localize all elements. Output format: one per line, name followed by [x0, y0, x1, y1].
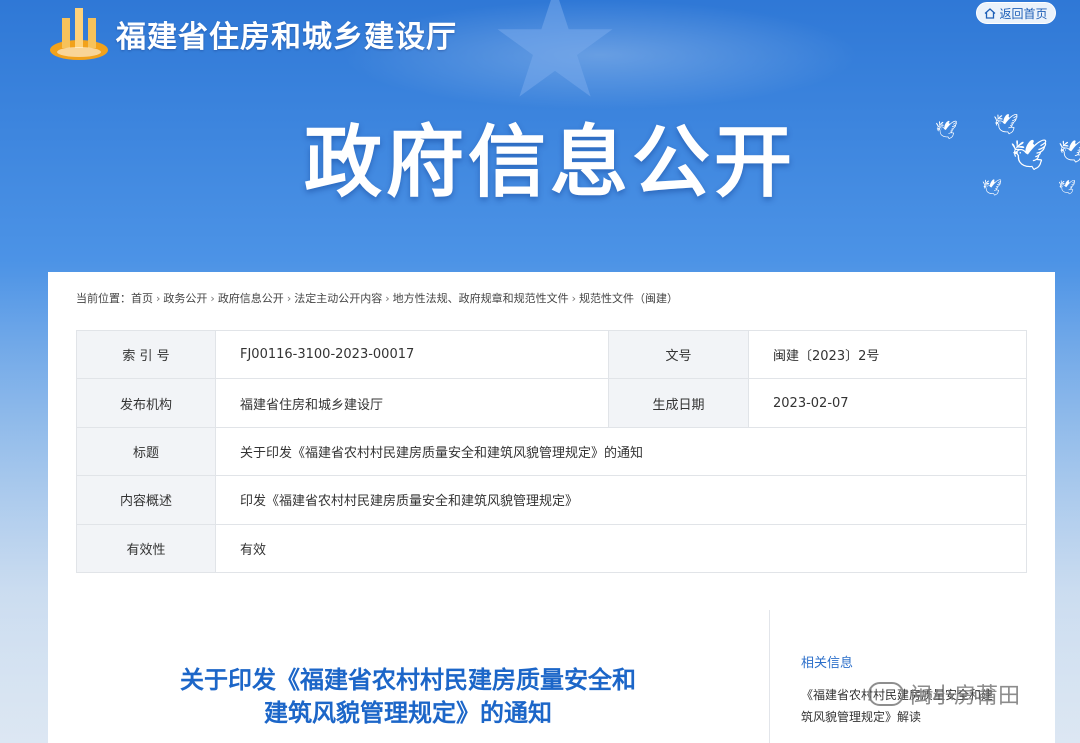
breadcrumb-separator: › — [385, 292, 390, 305]
index-number-label: 索 引 号 — [76, 329, 216, 380]
breadcrumb-item-normative-docs[interactable]: 规范性文件（闽建） — [579, 292, 678, 305]
table-row: 发布机构 福建省住房和城乡建设厅 生成日期 2023-02-07 — [76, 378, 1027, 428]
doc-number-value: 闽建〔2023〕2号 — [748, 329, 1027, 380]
back-home-label: 返回首页 — [999, 6, 1048, 21]
table-row: 内容概述 印发《福建省农村村民建房质量安全和建筑风貌管理规定》 — [76, 475, 1027, 525]
home-icon — [985, 7, 996, 19]
wechat-icon — [868, 682, 904, 706]
doc-number-label: 文号 — [608, 329, 749, 380]
content-panel: 当前位置：首页 › 政务公开 › 政府信息公开 › 法定主动公开内容 › 地方性法规、政府规章和… — [48, 272, 1055, 743]
breadcrumb-separator: › — [210, 292, 215, 305]
document-title-line1: 关于印发《福建省农村村民建房质量安全和 — [180, 666, 636, 694]
issuer-value: 福建省住房和城乡建设厅 — [215, 378, 609, 428]
table-row: 索 引 号 FJ00116-3100-2023-00017 文号 闽建〔2023… — [76, 329, 1027, 380]
hero-title: 政府信息公开 — [303, 118, 796, 208]
validity-label: 有效性 — [76, 523, 216, 573]
breadcrumb-item-home[interactable]: 首页 — [131, 292, 153, 305]
site-header: 福建省住房和城乡建设厅 返回首页 — [0, 0, 1080, 60]
document-info-table: 索 引 号 FJ00116-3100-2023-00017 文号 闽建〔2023… — [76, 329, 1027, 573]
breadcrumb-separator: › — [156, 292, 161, 305]
back-home-button[interactable]: 返回首页 — [976, 2, 1056, 24]
breadcrumb-item-regulations[interactable]: 地方性法规、政府规章和规范性文件 — [393, 292, 569, 305]
breadcrumb-prefix: 当前位置： — [76, 292, 131, 305]
dove-icon: 🕊 — [935, 120, 958, 141]
issuer-label: 发布机构 — [76, 378, 216, 428]
site-logo-icon[interactable] — [48, 6, 110, 64]
date-label: 生成日期 — [608, 378, 749, 428]
breadcrumb-item-gov-affairs[interactable]: 政务公开 — [163, 292, 207, 305]
watermark-text: 闽小房莆田 — [910, 684, 1021, 709]
site-title[interactable]: 福建省住房和城乡建设厅 — [116, 12, 457, 56]
validity-value: 有效 — [215, 523, 1027, 573]
breadcrumb-item-info-disclosure[interactable]: 政府信息公开 — [218, 292, 284, 305]
date-value: 2023-02-07 — [748, 378, 1027, 428]
breadcrumb-separator: › — [571, 292, 577, 305]
summary-label: 内容概述 — [76, 475, 216, 525]
column-divider — [769, 610, 770, 743]
dove-icon: 🕊 — [1058, 180, 1076, 196]
index-number-value: FJ00116-3100-2023-00017 — [215, 329, 609, 380]
table-row: 标题 关于印发《福建省农村村民建房质量安全和建筑风貌管理规定》的通知 — [76, 426, 1027, 477]
watermark: 闽小房莆田 — [868, 678, 1020, 710]
breadcrumb-separator: › — [286, 292, 292, 305]
dove-icon: 🕊 — [982, 178, 1003, 197]
dove-icon: 🕊 — [1010, 138, 1049, 173]
title-label: 标题 — [76, 426, 216, 477]
dove-icon: 🕊 — [1058, 140, 1080, 165]
document-title: 关于印发《福建省农村村民建房质量安全和 建筑风貌管理规定》的通知 — [108, 664, 708, 730]
summary-value: 印发《福建省农村村民建房质量安全和建筑风貌管理规定》 — [215, 475, 1027, 525]
breadcrumb: 当前位置：首页 › 政务公开 › 政府信息公开 › 法定主动公开内容 › 地方性法规、政府规章和… — [76, 290, 678, 306]
dove-icon: 🕊 — [993, 112, 1019, 136]
breadcrumb-item-statutory-content[interactable]: 法定主动公开内容 — [294, 292, 382, 305]
document-title-line2: 建筑风貌管理规定》的通知 — [264, 699, 552, 727]
table-row: 有效性 有效 — [76, 523, 1027, 573]
title-value: 关于印发《福建省农村村民建房质量安全和建筑风貌管理规定》的通知 — [215, 426, 1027, 477]
related-info-heading: 相关信息 — [801, 656, 854, 671]
